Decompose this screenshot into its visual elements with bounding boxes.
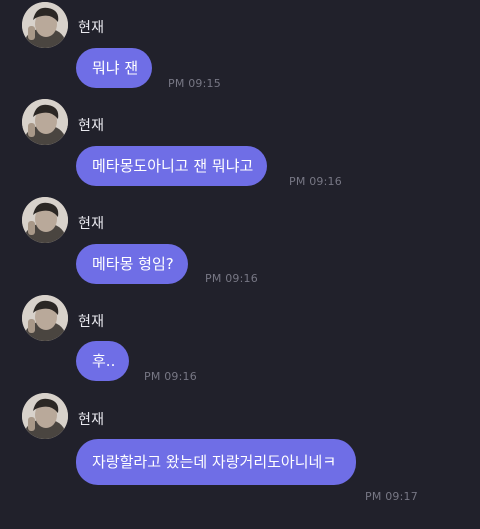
message-bubble[interactable]: 메타몽 형임? xyxy=(76,244,188,284)
sender-name: 현재 xyxy=(78,118,105,134)
message-bubble[interactable]: 메타몽도아니고 잰 뭐냐고 xyxy=(76,146,268,186)
message-timestamp: PM 09:16 xyxy=(289,175,342,188)
sender-name: 현재 xyxy=(78,20,105,36)
profile-photo-icon xyxy=(22,2,68,48)
profile-photo-icon xyxy=(22,197,68,243)
message-timestamp: PM 09:15 xyxy=(168,77,221,90)
sender-name: 현재 xyxy=(78,412,105,428)
sender-name: 현재 xyxy=(78,314,105,330)
avatar[interactable] xyxy=(22,2,68,48)
avatar[interactable] xyxy=(22,393,68,439)
profile-photo-icon xyxy=(22,99,68,145)
message-timestamp: PM 09:16 xyxy=(205,272,258,285)
avatar[interactable] xyxy=(22,99,68,145)
avatar[interactable] xyxy=(22,197,68,243)
message-bubble[interactable]: 뭐냐 잰 xyxy=(76,48,153,88)
chat-message-list: 현재 뭐냐 잰 PM 09:15 현재 메타몽도아니고 잰 뭐냐고 PM 09:… xyxy=(0,0,480,529)
message-timestamp: PM 09:16 xyxy=(144,370,197,383)
avatar[interactable] xyxy=(22,295,68,341)
message-timestamp: PM 09:17 xyxy=(365,490,418,503)
profile-photo-icon xyxy=(22,393,68,439)
message-bubble[interactable]: 후.. xyxy=(76,341,130,381)
profile-photo-icon xyxy=(22,295,68,341)
sender-name: 현재 xyxy=(78,216,105,232)
message-bubble[interactable]: 자랑할라고 왔는데 자랑거리도아니네ㅋ xyxy=(76,439,356,485)
